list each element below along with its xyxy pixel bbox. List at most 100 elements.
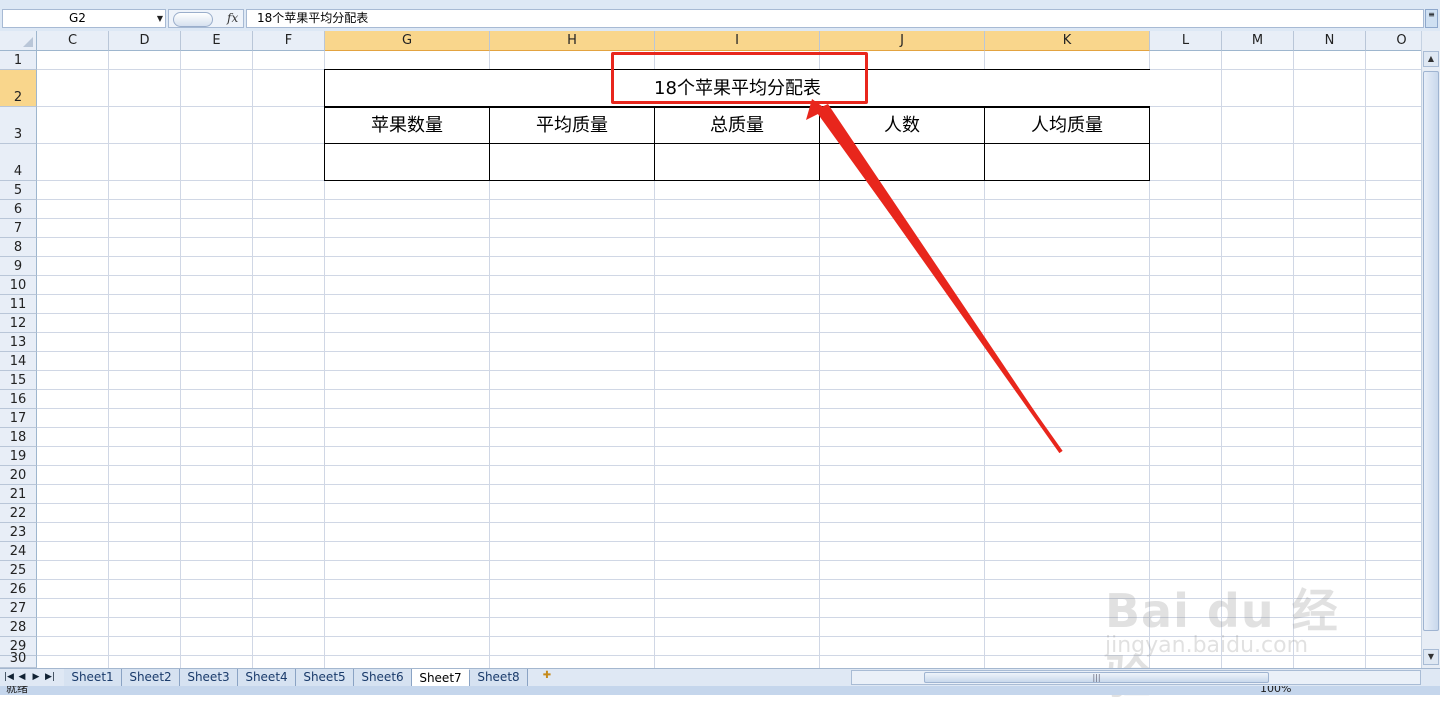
column-header-f[interactable]: F [253,31,325,51]
row-header-12[interactable]: 12 [0,314,37,333]
vertical-scrollbar[interactable]: ▲ ▼ [1421,31,1440,668]
row-header-11[interactable]: 11 [0,295,37,314]
grid-row-line [37,313,1421,314]
grid-row-line [37,370,1421,371]
table-header-cell[interactable]: 人均质量 [985,107,1149,144]
sheet-tab-sheet1[interactable]: Sheet1 [64,669,122,686]
insert-sheet-icon[interactable]: ✚ [536,670,558,685]
formula-bar: G2 ▼ fx 18个苹果平均分配表 ≡ [0,0,1440,31]
grid-row-line [37,389,1421,390]
status-bar: 就绪 100% [0,686,1440,695]
table-header-cell[interactable]: 苹果数量 [325,107,490,144]
baidu-jingyan-watermark: Bai du 经验 jingyan.baidu.com [1105,584,1339,704]
status-mode: 就绪 [6,686,28,695]
grid-row-line [37,427,1421,428]
insert-function-icon[interactable]: fx [227,10,238,27]
row-header-21[interactable]: 21 [0,485,37,504]
column-header-k[interactable]: K [985,31,1150,51]
grid-row-line [37,294,1421,295]
column-header-n[interactable]: N [1294,31,1366,51]
table-header-cell[interactable]: 总质量 [655,107,820,144]
row-header-26[interactable]: 26 [0,580,37,599]
sheet-tab-sheet3[interactable]: Sheet3 [180,669,238,686]
grid-row-line [37,408,1421,409]
row-header-7[interactable]: 7 [0,219,37,238]
table-data-cell[interactable] [820,144,985,180]
column-header-g[interactable]: G [325,31,490,51]
column-header-e[interactable]: E [181,31,253,51]
row-header-24[interactable]: 24 [0,542,37,561]
sheet-tab-bar: |◀ ◀ ▶ ▶| Sheet1 Sheet2 Sheet3 Sheet4 Sheet5… [0,668,1440,686]
column-header-l[interactable]: L [1150,31,1222,51]
grid-row-line [37,351,1421,352]
sheet-tab-sheet7[interactable]: Sheet7 [412,669,470,686]
row-header-6[interactable]: 6 [0,200,37,219]
sheet-tab-sheet5[interactable]: Sheet5 [296,669,354,686]
horizontal-scroll-thumb[interactable]: ||| [924,672,1269,683]
grid-row-line [37,332,1421,333]
row-header-2[interactable]: 2 [0,70,37,107]
vertical-scroll-thumb[interactable] [1423,71,1439,631]
row-header-5[interactable]: 5 [0,181,37,200]
formula-input[interactable]: 18个苹果平均分配表 [246,9,1424,28]
row-header-3[interactable]: 3 [0,107,37,144]
grid-row-line [37,446,1421,447]
row-header-16[interactable]: 16 [0,390,37,409]
table-data-cell[interactable] [655,144,820,180]
column-header-m[interactable]: M [1222,31,1294,51]
select-all-button[interactable] [0,31,37,51]
row-header-18[interactable]: 18 [0,428,37,447]
sheet-tab-sheet2[interactable]: Sheet2 [122,669,180,686]
table-data-cell[interactable] [490,144,655,180]
next-sheet-icon[interactable]: ▶ [30,671,42,684]
grid-row-line [37,522,1421,523]
table-data-cell[interactable] [325,144,490,180]
sheet-tab-sheet6[interactable]: Sheet6 [354,669,412,686]
cancel-enter-icon[interactable] [173,12,213,27]
scroll-down-icon[interactable]: ▼ [1423,649,1439,665]
row-header-30[interactable]: 30 [0,651,37,668]
name-box[interactable]: G2 ▼ [2,9,166,28]
column-header-c[interactable]: C [37,31,109,51]
chevron-down-icon[interactable]: ▼ [157,10,163,27]
row-header-22[interactable]: 22 [0,504,37,523]
row-header-9[interactable]: 9 [0,257,37,276]
row-header-27[interactable]: 27 [0,599,37,618]
last-sheet-icon[interactable]: ▶| [44,671,56,684]
sheet-tab-sheet4[interactable]: Sheet4 [238,669,296,686]
prev-sheet-icon[interactable]: ◀ [16,671,28,684]
row-header-14[interactable]: 14 [0,352,37,371]
row-header-17[interactable]: 17 [0,409,37,428]
grid-row-line [37,275,1421,276]
row-header-15[interactable]: 15 [0,371,37,390]
row-header-1[interactable]: 1 [0,51,37,70]
row-header-4[interactable]: 4 [0,144,37,181]
name-box-value: G2 [69,11,86,25]
row-header-25[interactable]: 25 [0,561,37,580]
grid-row-line [37,541,1421,542]
scroll-up-icon[interactable]: ▲ [1423,51,1439,67]
grid-row-line [37,465,1421,466]
row-header-23[interactable]: 23 [0,523,37,542]
column-header-d[interactable]: D [109,31,181,51]
column-header-j[interactable]: J [820,31,985,51]
table-header-cell[interactable]: 人数 [820,107,985,144]
grid-row-line [37,218,1421,219]
horizontal-scrollbar[interactable]: ||| [851,670,1421,685]
column-header-h[interactable]: H [490,31,655,51]
row-header-28[interactable]: 28 [0,618,37,637]
row-header-20[interactable]: 20 [0,466,37,485]
row-header-13[interactable]: 13 [0,333,37,352]
first-sheet-icon[interactable]: |◀ [3,671,15,684]
column-header-i[interactable]: I [655,31,820,51]
table-header-cell[interactable]: 平均质量 [490,107,655,144]
sheet-tab-sheet8[interactable]: Sheet8 [470,669,528,686]
row-header-10[interactable]: 10 [0,276,37,295]
table-data-cell[interactable] [985,144,1149,180]
expand-formula-bar-button[interactable]: ≡ [1425,9,1438,28]
zoom-level[interactable]: 100% [1260,686,1291,695]
row-header-19[interactable]: 19 [0,447,37,466]
grid-row-line [37,256,1421,257]
row-header-8[interactable]: 8 [0,238,37,257]
grid-row-line [37,199,1421,200]
